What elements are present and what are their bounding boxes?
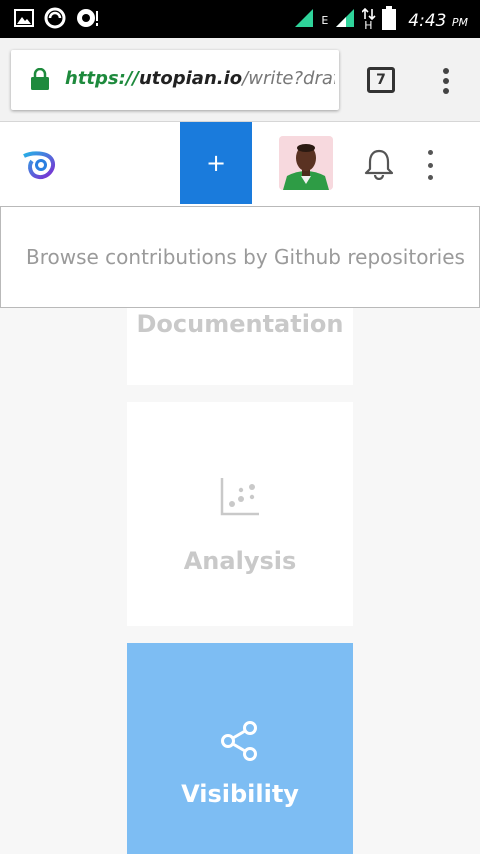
category-label: Analysis (183, 547, 297, 575)
data-type-label: H (364, 18, 373, 32)
user-avatar[interactable] (279, 136, 333, 190)
signal-icon (334, 7, 356, 34)
repository-search-box (0, 206, 480, 308)
category-label: Visibility (181, 780, 299, 808)
browser-toolbar: https://utopian.io/write?draf 7 (0, 38, 480, 122)
repository-search-input[interactable] (1, 207, 479, 307)
camera-icon (76, 7, 100, 34)
data-activity-icon: H (362, 7, 376, 34)
category-card-visibility[interactable]: Visibility (127, 643, 353, 854)
clock: 4:43 PM (408, 10, 468, 31)
lock-icon (31, 67, 49, 95)
category-label: Documentation (136, 310, 344, 338)
utopian-logo-icon[interactable] (22, 150, 56, 185)
tab-switcher-button[interactable]: 7 (367, 67, 395, 93)
more-options-button[interactable] (425, 150, 435, 180)
status-bar: E H 4:43 PM (0, 0, 480, 38)
create-post-button[interactable]: + (180, 122, 252, 204)
network-type-label: E (321, 14, 329, 27)
category-card-analysis[interactable]: Analysis (127, 402, 353, 626)
notifications-bell-icon[interactable] (364, 148, 394, 185)
address-bar[interactable]: https://utopian.io/write?draf (11, 50, 339, 110)
url-text[interactable]: https://utopian.io/write?draf (65, 68, 335, 89)
image-icon (14, 9, 34, 32)
signal-icon (293, 7, 315, 34)
share-icon (220, 721, 260, 766)
tab-count: 7 (376, 72, 386, 88)
scatter-chart-icon (220, 478, 260, 521)
app-header: + (0, 122, 480, 206)
browser-menu-button[interactable] (434, 66, 458, 96)
sync-icon (44, 7, 66, 34)
category-card-documentation[interactable]: Documentation (127, 308, 353, 385)
battery-icon (382, 6, 397, 35)
